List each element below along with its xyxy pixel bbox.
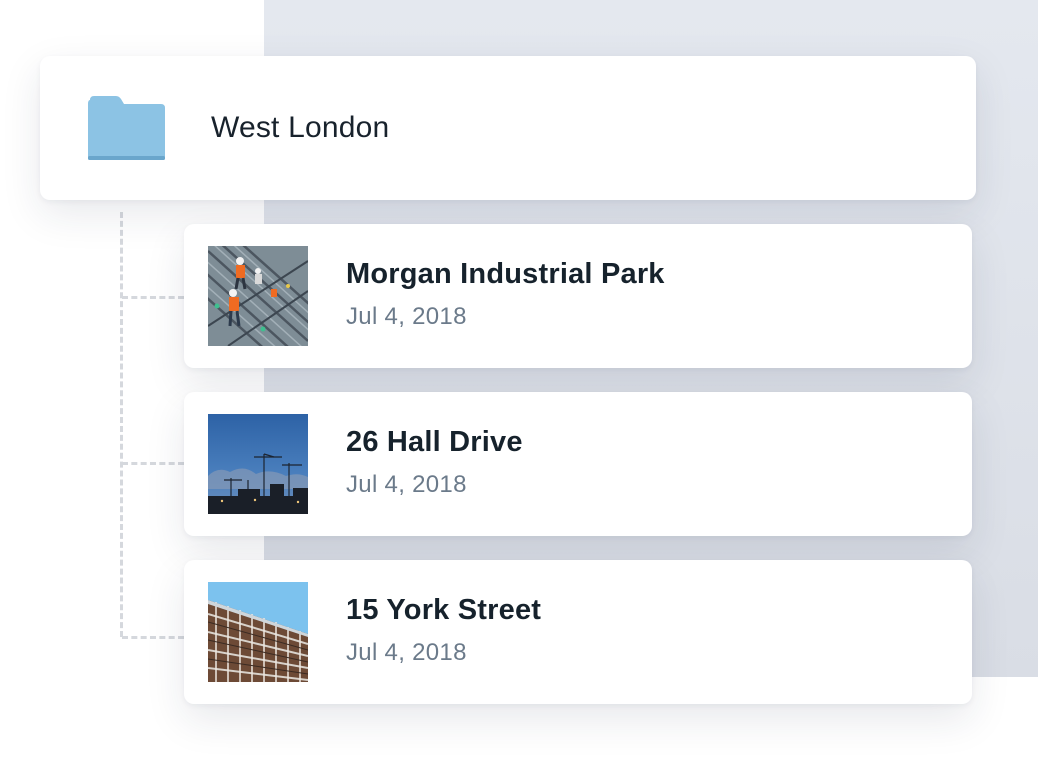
folder-card[interactable]: West London [40, 56, 976, 200]
tree-connector-branch [122, 636, 184, 639]
project-name: 26 Hall Drive [346, 426, 523, 458]
folder-name: West London [211, 111, 390, 144]
project-date: Jul 4, 2018 [346, 303, 467, 330]
project-card[interactable]: 15 York Street Jul 4, 2018 [184, 560, 972, 704]
project-thumbnail [208, 246, 308, 346]
project-thumbnail [208, 414, 308, 514]
project-card[interactable]: 26 Hall Drive Jul 4, 2018 [184, 392, 972, 536]
tree-connector-branch [122, 296, 184, 299]
project-date: Jul 4, 2018 [346, 639, 467, 666]
tree-connector-vertical [120, 212, 123, 637]
project-thumbnail [208, 582, 308, 682]
project-card[interactable]: Morgan Industrial Park Jul 4, 2018 [184, 224, 972, 368]
folder-icon [88, 96, 165, 160]
project-date: Jul 4, 2018 [346, 471, 467, 498]
project-name: 15 York Street [346, 594, 542, 626]
tree-connector-branch [122, 462, 184, 465]
project-name: Morgan Industrial Park [346, 258, 665, 290]
